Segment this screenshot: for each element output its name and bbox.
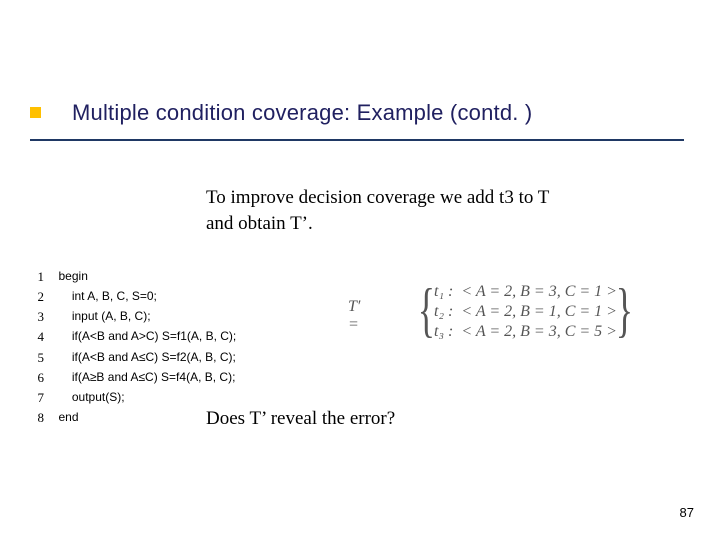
- line-num: 6: [30, 368, 48, 388]
- code-text: input (A, B, C);: [72, 309, 151, 323]
- code-table: 1 begin 2 int A, B, C, S=0; 3 input (A, …: [30, 267, 240, 428]
- code-text: if(A<B and A>C) S=f1(A, B, C);: [72, 329, 236, 343]
- slide: Multiple condition coverage: Example (co…: [0, 0, 720, 540]
- line-num: 4: [30, 327, 48, 347]
- line-num: 8: [30, 408, 48, 428]
- code-row: 6 if(A≥B and A≤C) S=f4(A, B, C);: [30, 368, 240, 388]
- code-row: 7 output(S);: [30, 388, 240, 408]
- intro-line-2: and obtain T’.: [206, 213, 313, 234]
- right-brace-icon: }: [616, 280, 633, 340]
- code-row: 5 if(A<B and A≤C) S=f2(A, B, C);: [30, 348, 240, 368]
- code-text: if(A≥B and A≤C) S=f4(A, B, C);: [72, 370, 236, 384]
- line-num: 7: [30, 388, 48, 408]
- code-text: int A, B, C, S=0;: [72, 289, 157, 303]
- code-row: 3 input (A, B, C);: [30, 307, 240, 327]
- page-number: 87: [680, 505, 694, 520]
- intro-line-1: To improve decision coverage we add t3 t…: [206, 187, 549, 208]
- t-value: < A = 2, B = 3, C = 1 >: [457, 282, 621, 302]
- accent-square-icon: [30, 107, 41, 118]
- t-value: < A = 2, B = 3, C = 5 >: [457, 322, 621, 342]
- line-num: 5: [30, 348, 48, 368]
- title-underline: [30, 139, 684, 141]
- left-brace-icon: {: [418, 280, 435, 340]
- code-text: output(S);: [72, 390, 125, 404]
- code-row: 4 if(A<B and A>C) S=f1(A, B, C);: [30, 327, 240, 347]
- code-indent: [48, 267, 59, 287]
- question-text: Does T’ reveal the error?: [206, 408, 395, 430]
- pseudocode-listing: 1 begin 2 int A, B, C, S=0; 3 input (A, …: [30, 267, 240, 428]
- code-row: 2 int A, B, C, S=0;: [30, 287, 240, 307]
- slide-title: Multiple condition coverage: Example (co…: [72, 100, 532, 126]
- t-value: < A = 2, B = 1, C = 1 >: [457, 302, 621, 322]
- line-num: 1: [30, 267, 48, 287]
- formula-lhs: T′ =: [348, 298, 360, 334]
- line-num: 3: [30, 307, 48, 327]
- code-text: begin: [59, 267, 241, 287]
- code-text: if(A<B and A≤C) S=f2(A, B, C);: [72, 350, 236, 364]
- intro-text: To improve decision coverage we add t3 t…: [206, 185, 549, 236]
- code-row: 1 begin: [30, 267, 240, 287]
- line-num: 2: [30, 287, 48, 307]
- formula-rows: t₁ :< A = 2, B = 3, C = 1 > t₂ :< A = 2,…: [430, 282, 621, 342]
